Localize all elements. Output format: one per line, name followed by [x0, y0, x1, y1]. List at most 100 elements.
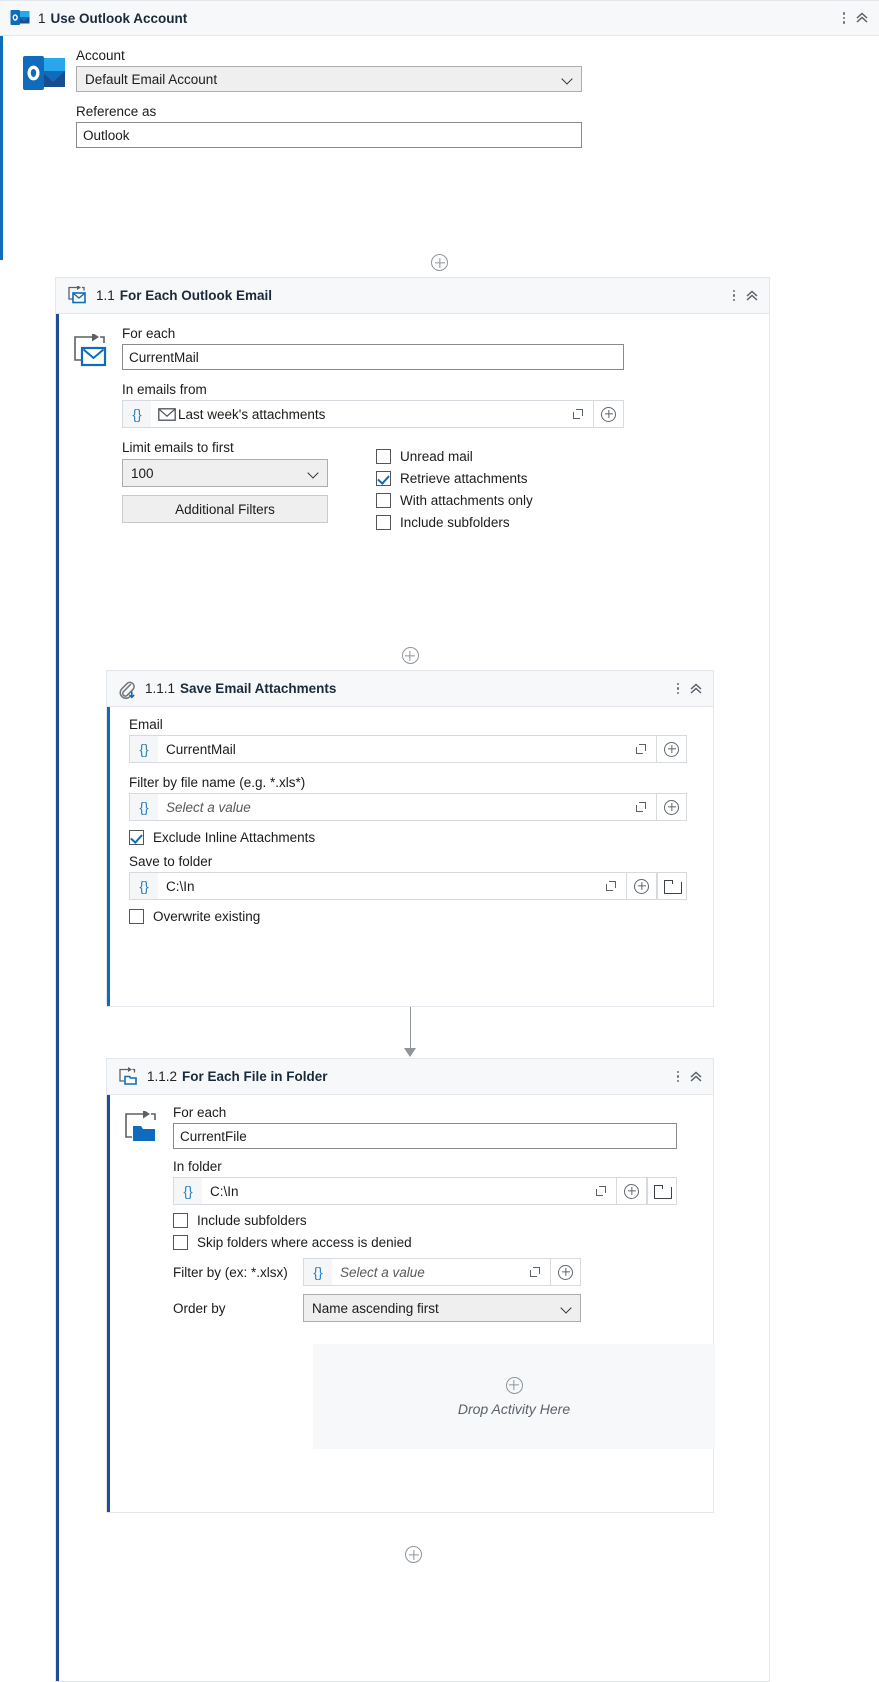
retrieve-attachments-checkbox[interactable]	[376, 471, 391, 486]
skip-folders-denied-label: Skip folders where access is denied	[197, 1235, 412, 1250]
checkbox-row-retrieve-attachments[interactable]: Retrieve attachments	[376, 471, 533, 486]
email-value: CurrentMail	[166, 741, 236, 757]
card-header-for-each-file-in-folder[interactable]: 1.1.2 For Each File in Folder	[107, 1059, 713, 1095]
for-each-variable-input[interactable]: CurrentMail	[122, 344, 624, 370]
more-options-icon[interactable]	[725, 285, 743, 307]
for-each-variable-value: CurrentFile	[180, 1128, 247, 1144]
in-folder-value: C:\In	[210, 1183, 239, 1199]
add-icon[interactable]	[431, 254, 448, 271]
save-to-folder-row[interactable]: {} C:\In	[129, 872, 687, 900]
activity-title: For Each File in Folder	[182, 1069, 328, 1084]
in-emails-from-field[interactable]: {} Last week's attachments	[122, 400, 594, 428]
card-header-save-email-attachments[interactable]: 1.1.1 Save Email Attachments	[107, 671, 713, 707]
expression-braces-icon: {}	[130, 794, 158, 820]
filter-by-file-name-field[interactable]: {} Select a value	[129, 793, 657, 821]
card-accent-bar	[107, 707, 110, 1006]
add-icon[interactable]	[405, 1546, 422, 1563]
add-activity-node-bottom[interactable]	[56, 1546, 771, 1563]
account-value: Default Email Account	[85, 71, 218, 87]
collapse-chevron-icon[interactable]	[687, 1066, 705, 1088]
expand-editor-icon[interactable]	[590, 1186, 612, 1196]
include-subfolders-checkbox[interactable]	[173, 1213, 188, 1228]
skip-folders-denied-checkbox[interactable]	[173, 1235, 188, 1250]
add-icon-button[interactable]	[594, 400, 624, 428]
exclude-inline-attachments-checkbox[interactable]	[129, 830, 144, 845]
limit-emails-value: 100	[131, 465, 154, 481]
filter-by-file-name-row[interactable]: {} Select a value	[129, 793, 687, 821]
activity-card-for-each-outlook-email[interactable]: 1.1 For Each Outlook Email For each Curr…	[55, 277, 770, 1682]
expand-editor-icon[interactable]	[600, 881, 622, 891]
collapse-chevron-icon[interactable]	[743, 285, 761, 307]
with-attachments-only-checkbox[interactable]	[376, 493, 391, 508]
checkbox-row-unread-mail[interactable]: Unread mail	[376, 449, 533, 464]
email-field-row[interactable]: {} CurrentMail	[129, 735, 687, 763]
expression-braces-icon: {}	[130, 873, 158, 899]
checkbox-row-with-attachments-only[interactable]: With attachments only	[376, 493, 533, 508]
expression-braces-icon: {}	[130, 736, 158, 762]
more-options-icon[interactable]	[669, 678, 687, 700]
in-folder-row[interactable]: {} C:\In	[173, 1177, 677, 1205]
order-by-row[interactable]: Order by Name ascending first	[173, 1294, 715, 1322]
add-icon-button[interactable]	[657, 735, 687, 763]
card-header-for-each-outlook-email[interactable]: 1.1 For Each Outlook Email	[56, 278, 769, 314]
drop-activity-zone[interactable]: Drop Activity Here	[313, 1344, 715, 1449]
save-to-folder-field[interactable]: {} C:\In	[129, 872, 627, 900]
expand-editor-icon[interactable]	[630, 802, 652, 812]
account-label: Account	[76, 48, 125, 63]
include-subfolders-checkbox[interactable]	[376, 515, 391, 530]
filter-by-field[interactable]: {} Select a value	[303, 1258, 551, 1286]
mail-folder-icon	[151, 407, 176, 421]
unread-mail-checkbox[interactable]	[376, 449, 391, 464]
for-each-variable-input[interactable]: CurrentFile	[173, 1123, 677, 1149]
collapse-chevron-icon[interactable]	[853, 7, 871, 29]
activity-index: 1.1.1	[145, 681, 176, 696]
filter-by-file-name-placeholder: Select a value	[166, 799, 251, 815]
add-icon-button[interactable]	[627, 872, 657, 900]
checkbox-row-include-subfolders[interactable]: Include subfolders	[376, 515, 533, 530]
overwrite-existing-checkbox[interactable]	[129, 909, 144, 924]
filter-by-row[interactable]: Filter by (ex: *.xlsx) {} Select a value	[173, 1258, 715, 1286]
add-icon-button[interactable]	[657, 793, 687, 821]
for-each-loop-folder-icon	[121, 1111, 163, 1151]
in-emails-from-row[interactable]: {} Last week's attachments	[122, 400, 624, 428]
add-icon[interactable]	[505, 1376, 523, 1394]
filter-by-label: Filter by (ex: *.xlsx)	[173, 1264, 288, 1280]
more-options-icon[interactable]	[835, 7, 853, 29]
add-icon-button[interactable]	[551, 1258, 581, 1286]
add-activity-node-root[interactable]	[0, 254, 879, 271]
reference-as-input[interactable]: Outlook	[76, 122, 582, 148]
add-icon-button[interactable]	[617, 1177, 647, 1205]
account-select[interactable]: Default Email Account	[76, 66, 582, 92]
add-activity-node-11[interactable]	[106, 647, 714, 664]
include-subfolders-label: Include subfolders	[197, 1213, 307, 1228]
activity-card-for-each-file-in-folder[interactable]: 1.1.2 For Each File in Folder For each C…	[106, 1058, 715, 1513]
checkbox-row-skip-denied[interactable]: Skip folders where access is denied	[173, 1235, 715, 1250]
add-icon[interactable]	[401, 647, 419, 664]
limit-emails-select[interactable]: 100	[122, 459, 328, 487]
checkbox-row-overwrite-existing[interactable]: Overwrite existing	[129, 909, 699, 924]
checkbox-row-exclude-inline[interactable]: Exclude Inline Attachments	[129, 830, 699, 845]
limit-emails-label: Limit emails to first	[122, 440, 234, 455]
include-subfolders-label: Include subfolders	[400, 515, 510, 530]
browse-folder-icon-button[interactable]	[647, 1177, 677, 1205]
expand-editor-icon[interactable]	[567, 409, 589, 419]
checkbox-row-include-subfolders[interactable]: Include subfolders	[173, 1213, 715, 1228]
expand-editor-icon[interactable]	[524, 1267, 546, 1277]
unread-mail-label: Unread mail	[400, 449, 473, 464]
collapse-chevron-icon[interactable]	[687, 678, 705, 700]
card-header-use-outlook-account[interactable]: 1 Use Outlook Account	[0, 0, 879, 36]
more-options-icon[interactable]	[669, 1066, 687, 1088]
email-field[interactable]: {} CurrentMail	[129, 735, 657, 763]
additional-filters-button[interactable]: Additional Filters	[122, 495, 328, 523]
in-emails-from-value: Last week's attachments	[178, 406, 326, 422]
activity-card-use-outlook-account[interactable]: 1 Use Outlook Account Account Default Em…	[0, 0, 879, 260]
expand-editor-icon[interactable]	[630, 744, 652, 754]
for-each-loop-icon	[70, 334, 112, 374]
activity-title: For Each Outlook Email	[119, 288, 273, 303]
reference-as-label: Reference as	[76, 104, 157, 119]
outlook-large-icon	[22, 54, 66, 96]
order-by-select[interactable]: Name ascending first	[303, 1294, 581, 1322]
browse-folder-icon-button[interactable]	[657, 872, 687, 900]
in-folder-field[interactable]: {} C:\In	[173, 1177, 617, 1205]
activity-card-save-email-attachments[interactable]: 1.1.1 Save Email Attachments Email {} Cu…	[106, 670, 714, 1007]
